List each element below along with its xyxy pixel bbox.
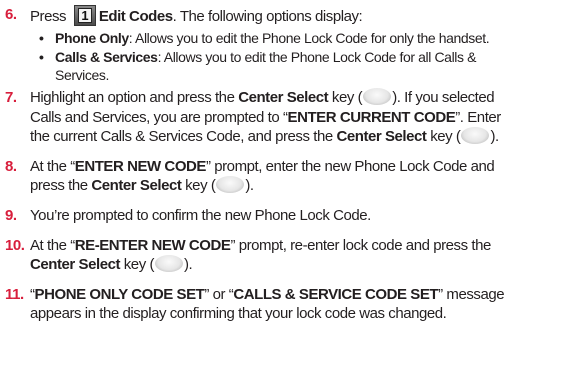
center-select-key-icon (461, 127, 490, 144)
center-select-key-icon (363, 88, 392, 105)
step-text: At the “ENTER NEW CODE” prompt, enter th… (30, 158, 495, 175)
center-select-key-icon (216, 176, 245, 193)
step-number: 11. (5, 286, 24, 303)
step-number: 7. (5, 89, 17, 106)
step-text: Highlight an option and press the Center… (30, 88, 495, 106)
step-text: At the “RE-ENTER NEW CODE” prompt, re-en… (30, 237, 491, 254)
bullet-marker: • (39, 49, 44, 65)
step-text: You’re prompted to confirm the new Phone… (30, 207, 371, 224)
step-number: 8. (5, 158, 17, 175)
key-1-icon: 1 (73, 5, 96, 26)
step-text: Press 1 Edit Codes. The following options… (30, 5, 363, 27)
step-text: “PHONE ONLY CODE SET” or “CALLS & SERVIC… (30, 286, 505, 303)
bullet-marker: • (39, 30, 44, 46)
step-number: 10. (5, 237, 25, 254)
step-number: 9. (5, 207, 17, 224)
center-select-key-icon (155, 255, 184, 272)
step-number: 6. (5, 6, 17, 23)
